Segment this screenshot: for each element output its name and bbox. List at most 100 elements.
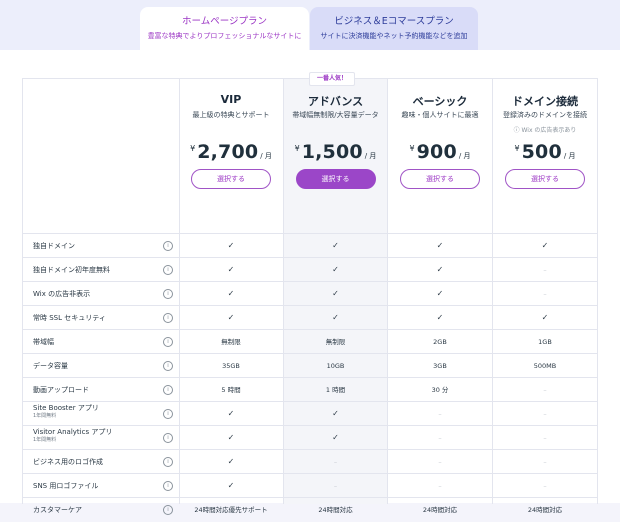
table-row: データ容量 i 35GB 10GB 3GB 500MB (23, 353, 598, 378)
feature-value: 1GB (538, 338, 552, 346)
feature-label: 独自ドメイン (33, 234, 75, 258)
info-icon[interactable]: i (163, 313, 173, 323)
feature-value: – (543, 482, 547, 490)
price-unit: / 月 (458, 152, 471, 160)
feature-value: ✓ (332, 241, 339, 250)
select-vip-button[interactable]: 選択する (191, 169, 271, 189)
feature-value: 2GB (433, 338, 447, 346)
table-row: 常時 SSL セキュリティ i ✓ ✓ ✓ ✓ (23, 305, 598, 330)
plan-card-basic: ベーシック 趣味・個人サイトに最適 ¥900/ 月 選択する (388, 79, 492, 233)
feature-name: 常時 SSL セキュリティ (33, 314, 106, 322)
table-row: Site Booster アプリ 1年間無料 i ✓ ✓ – – (23, 401, 598, 426)
feature-value: ✓ (227, 457, 235, 466)
most-popular-badge: 一番人気！ (309, 72, 355, 86)
feature-name: Wix の広告非表示 (33, 290, 91, 298)
feature-value: – (543, 410, 547, 418)
feature-value: – (438, 482, 442, 490)
feature-value: – (543, 266, 547, 274)
pricing-page: 一番人気！ VIP 最上級の特典とサポート ¥2,700 / 月 選択する アドバ… (0, 50, 620, 515)
feature-label: カスタマーケア (33, 498, 82, 522)
feature-value: 24時間対応 (527, 506, 563, 514)
feature-value: ✓ (436, 241, 444, 250)
feature-value: 3GB (433, 362, 447, 370)
table-row: 独自ドメイン i ✓ ✓ ✓ ✓ (23, 233, 598, 258)
ads-note-text: Wix の広告表示あり (521, 127, 577, 134)
feature-value: – (333, 482, 338, 490)
feature-value: 24時間対応 (422, 506, 458, 514)
feature-value: 24時間対応 (318, 506, 353, 514)
table-row: ビジネス用のロゴ作成 i ✓ – – – (23, 449, 598, 474)
feature-value: ✓ (227, 433, 235, 442)
feature-value: 5 時間 (221, 386, 241, 394)
feature-value: ✓ (332, 313, 339, 322)
feature-name: SNS 用ロゴファイル (33, 482, 99, 490)
select-advanced-button[interactable]: 選択する (295, 169, 376, 189)
plan-tabbar: ホームページプラン 豊富な特典でよりプロフェッショナルなサイトに ビジネス＆Eコ… (0, 0, 620, 50)
feature-sublabel: 1年間無料 (33, 413, 57, 419)
tab-homepage-plan[interactable]: ホームページプラン 豊富な特典でよりプロフェッショナルなサイトに (140, 7, 309, 50)
info-icon[interactable]: i (163, 409, 173, 419)
currency-symbol: ¥ (190, 144, 196, 153)
feature-name: 帯域幅 (33, 338, 54, 346)
feature-value: ✓ (332, 409, 339, 418)
feature-value: ✓ (332, 289, 339, 298)
table-row: 帯域幅 i 無制限 無制限 2GB 1GB (23, 329, 598, 354)
feature-value: ✓ (541, 313, 549, 322)
feature-value: ✓ (227, 481, 235, 490)
feature-value: ✓ (227, 241, 235, 250)
table-row: 動画アップロード i 5 時間 1 時間 30 分 – (23, 377, 598, 402)
feature-value: ✓ (541, 241, 549, 250)
info-icon[interactable]: i (163, 289, 173, 299)
info-icon[interactable]: i (163, 337, 173, 347)
plan-price: ¥900/ 月 (388, 141, 492, 165)
select-domain-button[interactable]: 選択する (505, 169, 585, 189)
feature-value: 無制限 (221, 338, 241, 346)
plan-name: VIP (220, 93, 242, 106)
plan-description: 最上級の特典とサポート (192, 111, 270, 119)
feature-label: Wix の広告非表示 (33, 282, 90, 306)
feature-label: 動画アップロード (33, 378, 89, 402)
info-icon[interactable]: i (163, 481, 173, 491)
info-icon[interactable]: i (163, 433, 173, 443)
info-icon[interactable]: i (163, 265, 173, 275)
price-amount: 2,700 (197, 141, 259, 163)
feature-value: ✓ (332, 433, 339, 442)
feature-value: 1 時間 (325, 386, 346, 394)
price-amount: 500 (521, 141, 562, 163)
info-icon[interactable]: i (163, 457, 173, 467)
plan-name: アドバンス (307, 95, 364, 108)
feature-label: 常時 SSL セキュリティ (33, 306, 106, 330)
info-icon[interactable]: i (163, 505, 173, 515)
feature-name: 独自ドメイン初年度無料 (33, 266, 110, 274)
tab-business-plan[interactable]: ビジネス＆Eコマースプラン サイトに決済機能やネット予約機能などを追加 (310, 7, 478, 50)
plan-description: 帯域幅無制限/大容量データ (292, 111, 379, 119)
ads-shown-note: ⓘ Wix の広告表示あり (493, 125, 597, 134)
tab-subtitle: サイトに決済機能やネット予約機能などを追加 (320, 32, 468, 40)
table-row: Visitor Analytics アプリ 1年間無料 i ✓ ✓ – – (23, 425, 598, 450)
currency-symbol: ¥ (514, 144, 520, 153)
table-row: SNS 用ロゴファイル i ✓ – – – (23, 473, 598, 498)
tab-subtitle: 豊富な特典でよりプロフェッショナルなサイトに (147, 32, 302, 40)
select-basic-button[interactable]: 選択する (400, 169, 480, 189)
price-amount: 900 (416, 141, 457, 163)
info-icon[interactable]: i (163, 361, 173, 371)
feature-value: ✓ (227, 289, 235, 298)
feature-name: Site Booster アプリ (33, 404, 99, 412)
feature-label: ビジネス用のロゴ作成 (33, 450, 103, 474)
plan-price: ¥1,500/ 月 (284, 141, 387, 165)
feature-value: – (543, 386, 547, 394)
feature-value: ✓ (227, 313, 235, 322)
currency-symbol: ¥ (409, 144, 415, 153)
feature-name: Visitor Analytics アプリ (33, 428, 113, 436)
feature-value: ✓ (332, 265, 339, 274)
feature-value: 24時間対応優先サポート (194, 506, 268, 514)
feature-value: – (438, 434, 442, 442)
info-icon[interactable]: i (163, 385, 173, 395)
plan-price: ¥500/ 月 (493, 141, 597, 165)
feature-value: – (543, 434, 547, 442)
feature-name: 独自ドメイン (33, 242, 75, 250)
plan-card-advanced: アドバンス 帯域幅無制限/大容量データ ¥1,500/ 月 選択する (284, 79, 387, 233)
info-icon[interactable]: i (163, 241, 173, 251)
feature-label: 独自ドメイン初年度無料 (33, 258, 110, 282)
feature-name: ビジネス用のロゴ作成 (33, 458, 103, 466)
